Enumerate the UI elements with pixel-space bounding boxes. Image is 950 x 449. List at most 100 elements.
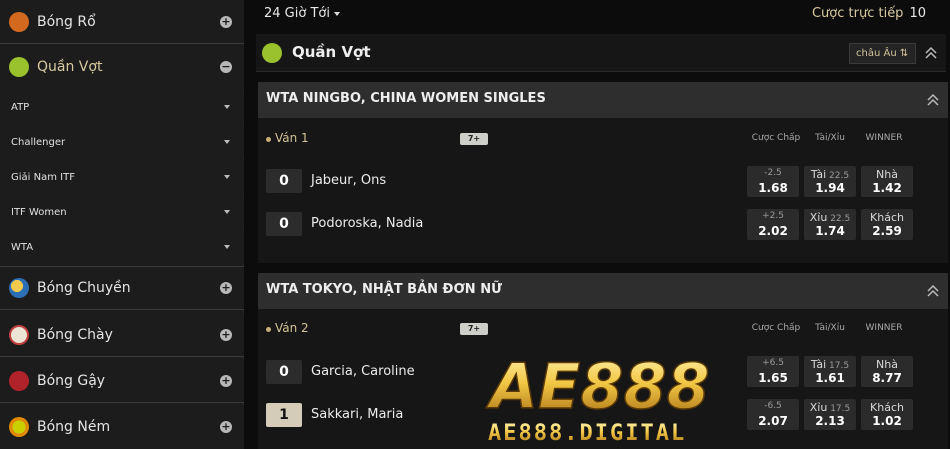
live-betting-link[interactable]: Cược trực tiếp 10 <box>812 6 926 21</box>
sidebar-subitem-itf-women[interactable]: ITF Women <box>0 195 244 229</box>
odds-line: Tài 17.5 <box>804 358 856 371</box>
round-label: Ván 1 <box>275 131 309 145</box>
sidebar-item-cricket[interactable]: Bóng Gậy + <box>0 359 244 403</box>
sidebar-item-basketball[interactable]: Bóng Rổ + <box>0 0 244 44</box>
odds-handicap[interactable]: +2.5 2.02 <box>747 209 799 240</box>
odds-handicap[interactable]: -6.5 2.07 <box>747 399 799 430</box>
baseball-icon <box>9 324 29 345</box>
odds-price: 1.61 <box>815 371 845 385</box>
odds-winner[interactable]: Khách 1.02 <box>861 399 913 430</box>
odds-price: 1.65 <box>758 371 788 385</box>
chevron-down-icon <box>224 105 230 109</box>
tennis-ball-icon <box>262 43 282 63</box>
sidebar-subitem-label: ITF Women <box>11 206 67 218</box>
more-markets-badge[interactable]: 7+ <box>460 133 488 145</box>
time-filter-dropdown[interactable]: 24 Giờ Tới <box>264 6 340 21</box>
sidebar-item-volleyball[interactable]: Bóng Chuyền + <box>0 266 244 310</box>
player-name: Jabeur, Ons <box>311 173 387 188</box>
score-box: 1 <box>266 403 302 427</box>
ae888-watermark-logo: AE888 AE888.DIGITAL <box>484 350 710 445</box>
odds-line: -6.5 <box>764 401 782 411</box>
odds-line: Nhà <box>861 358 913 371</box>
cricket-ball-icon <box>9 370 29 391</box>
chevron-down-icon <box>333 11 340 16</box>
odds-price: 1.02 <box>872 414 902 428</box>
sidebar-item-label: Bóng Ném <box>37 419 111 435</box>
sidebar-subitem-atp[interactable]: ATP <box>0 90 244 124</box>
odds-line-value: 22.5 <box>829 171 850 181</box>
sidebar-subitem-itf-men[interactable]: Giải Nam ITF <box>0 160 244 194</box>
sidebar-item-label: Bóng Gậy <box>37 372 106 389</box>
topbar: 24 Giờ Tới Cược trực tiếp 10 <box>256 0 950 28</box>
league-header[interactable]: WTA TOKYO, NHẬT BẢN ĐƠN NỮ <box>258 273 948 309</box>
odds-line-value: 17.5 <box>830 404 851 414</box>
odds-price: 1.42 <box>872 181 902 195</box>
chevron-down-icon <box>224 140 230 144</box>
handball-icon <box>9 417 29 437</box>
odds-over-under[interactable]: Xỉu 22.5 1.74 <box>804 209 856 240</box>
expand-icon[interactable]: + <box>220 282 232 294</box>
chevron-down-icon <box>224 175 230 179</box>
expand-icon[interactable]: + <box>220 374 232 387</box>
odds-label: Tài <box>810 358 827 371</box>
odds-label: Tài <box>810 168 827 181</box>
odds-format-selector[interactable]: châu Âu ⇅ <box>849 43 916 64</box>
col-header-handicap: Cược Chấp <box>751 323 801 333</box>
odds-line: +6.5 <box>762 358 784 368</box>
expand-icon[interactable]: + <box>220 421 232 433</box>
odds-label: Xỉu <box>809 211 828 224</box>
odds-label: Nhà <box>876 358 898 371</box>
league-header[interactable]: WTA NINGBO, CHINA WOMEN SINGLES <box>258 82 948 118</box>
col-header-winner: WINNER <box>865 323 903 333</box>
collapse-icon[interactable] <box>926 284 940 298</box>
col-header-winner: WINNER <box>865 133 903 143</box>
odds-price: 2.13 <box>815 414 845 428</box>
sidebar-item-handball[interactable]: Bóng Ném + <box>0 405 244 449</box>
tennis-ball-icon <box>9 57 29 77</box>
sidebar-subitem-label: WTA <box>11 241 34 253</box>
odds-line: Nhà <box>861 168 913 181</box>
col-header-handicap: Cược Chấp <box>751 133 801 143</box>
odds-label: Nhà <box>876 168 898 181</box>
more-markets-badge[interactable]: 7+ <box>460 323 488 335</box>
odds-line-value: 17.5 <box>829 361 850 371</box>
league-title: WTA TOKYO, NHẬT BẢN ĐƠN NỮ <box>266 282 502 297</box>
collapse-all-icon[interactable] <box>924 46 938 60</box>
sidebar-item-label: Quần Vợt <box>37 59 103 75</box>
odds-over-under[interactable]: Tài 22.5 1.94 <box>804 166 856 197</box>
odds-winner[interactable]: Nhà 8.77 <box>861 356 913 387</box>
odds-label: Khách <box>870 401 904 414</box>
expand-icon[interactable]: + <box>220 15 232 28</box>
odds-winner[interactable]: Khách 2.59 <box>861 209 913 240</box>
odds-price: 1.74 <box>815 224 845 238</box>
live-count-badge: 10 <box>909 6 926 21</box>
odds-over-under[interactable]: Xỉu 17.5 2.13 <box>804 399 856 430</box>
odds-over-under[interactable]: Tài 17.5 1.61 <box>804 356 856 387</box>
odds-line: -2.5 <box>764 168 782 178</box>
volleyball-icon <box>9 278 29 298</box>
odds-line: +2.5 <box>762 211 784 221</box>
collapse-icon[interactable]: − <box>220 61 232 73</box>
odds-handicap[interactable]: -2.5 1.68 <box>747 166 799 197</box>
sidebar-item-tennis[interactable]: Quần Vợt − <box>0 45 244 89</box>
sidebar-item-baseball[interactable]: Bóng Chày + <box>0 313 244 357</box>
league-body: Ván 1 7+ Cược Chấp Tài/Xỉu WINNER 0 Jabe… <box>258 118 948 263</box>
live-betting-label: Cược trực tiếp <box>811 6 904 21</box>
odds-line-value: 22.5 <box>830 214 851 224</box>
player-name: Garcia, Caroline <box>311 364 415 379</box>
sidebar-item-label: Bóng Chày <box>37 326 113 343</box>
odds-price: 8.77 <box>872 371 902 385</box>
expand-icon[interactable]: + <box>220 328 232 341</box>
sidebar-subitem-wta[interactable]: WTA <box>0 230 244 264</box>
collapse-icon[interactable] <box>926 93 940 107</box>
odds-winner[interactable]: Nhà 1.42 <box>861 166 913 197</box>
odds-line: Tài 22.5 <box>804 168 856 181</box>
odds-price: 1.68 <box>758 181 788 195</box>
odds-handicap[interactable]: +6.5 1.65 <box>747 356 799 387</box>
odds-price: 2.07 <box>758 414 788 428</box>
time-filter-label: 24 Giờ Tới <box>264 6 330 21</box>
sidebar-subitem-label: Giải Nam ITF <box>11 171 75 183</box>
col-header-over-under: Tài/Xỉu <box>815 323 845 333</box>
sidebar-subitem-challenger[interactable]: Challenger <box>0 125 244 159</box>
logo-text: AE888 <box>485 350 710 423</box>
